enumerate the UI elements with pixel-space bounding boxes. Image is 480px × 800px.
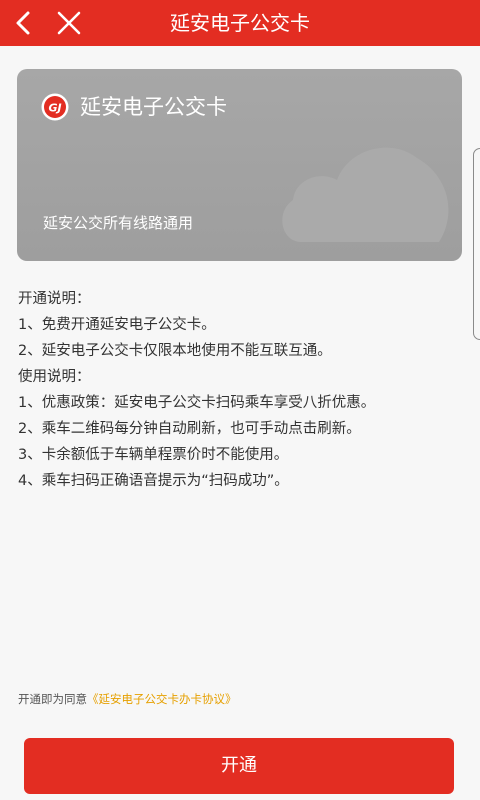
bus-company-logo-icon: GJ [41, 93, 69, 121]
close-icon [57, 11, 81, 35]
desc-line: 1、优惠政策：延安电子公交卡扫码乘车享受八折优惠。 [18, 395, 376, 411]
chevron-left-icon [16, 11, 30, 35]
bus-card[interactable]: GJ 延安电子公交卡 延安公交所有线路通用 [17, 69, 462, 261]
desc-line: 开通说明： [18, 291, 91, 307]
app-header: 延安电子公交卡 [0, 0, 480, 46]
agreement-prefix: 开通即为同意 [18, 692, 87, 706]
card-title: 延安电子公交卡 [80, 95, 227, 119]
card-subtitle: 延安公交所有线路通用 [43, 214, 194, 232]
next-card-edge [473, 148, 480, 340]
desc-line: 3、卡余额低于车辆单程票价时不能使用。 [18, 447, 289, 463]
cloud-decoration-icon [282, 147, 449, 242]
desc-line: 2、延安电子公交卡仅限本地使用不能互联互通。 [18, 343, 332, 359]
close-button[interactable] [52, 3, 86, 43]
page: 延安电子公交卡 GJ 延安电子公交卡 延安公交所有线路通用 开通说明： 1、免费… [0, 0, 480, 800]
desc-line: 1、免费开通延安电子公交卡。 [18, 317, 216, 333]
agreement-link[interactable]: 《延安电子公交卡办卡协议》 [87, 692, 237, 706]
description: 开通说明： 1、免费开通延安电子公交卡。 2、延安电子公交卡仅限本地使用不能互联… [18, 286, 468, 494]
open-button[interactable]: 开通 [24, 738, 454, 794]
desc-line: 4、乘车扫码正确语音提示为“扫码成功”。 [18, 473, 289, 489]
logo-text: GJ [48, 102, 61, 115]
agreement-notice: 开通即为同意《延安电子公交卡办卡协议》 [18, 689, 237, 709]
back-button[interactable] [6, 3, 40, 43]
desc-line: 使用说明： [18, 369, 91, 385]
desc-line: 2、乘车二维码每分钟自动刷新，也可手动点击刷新。 [18, 421, 361, 437]
